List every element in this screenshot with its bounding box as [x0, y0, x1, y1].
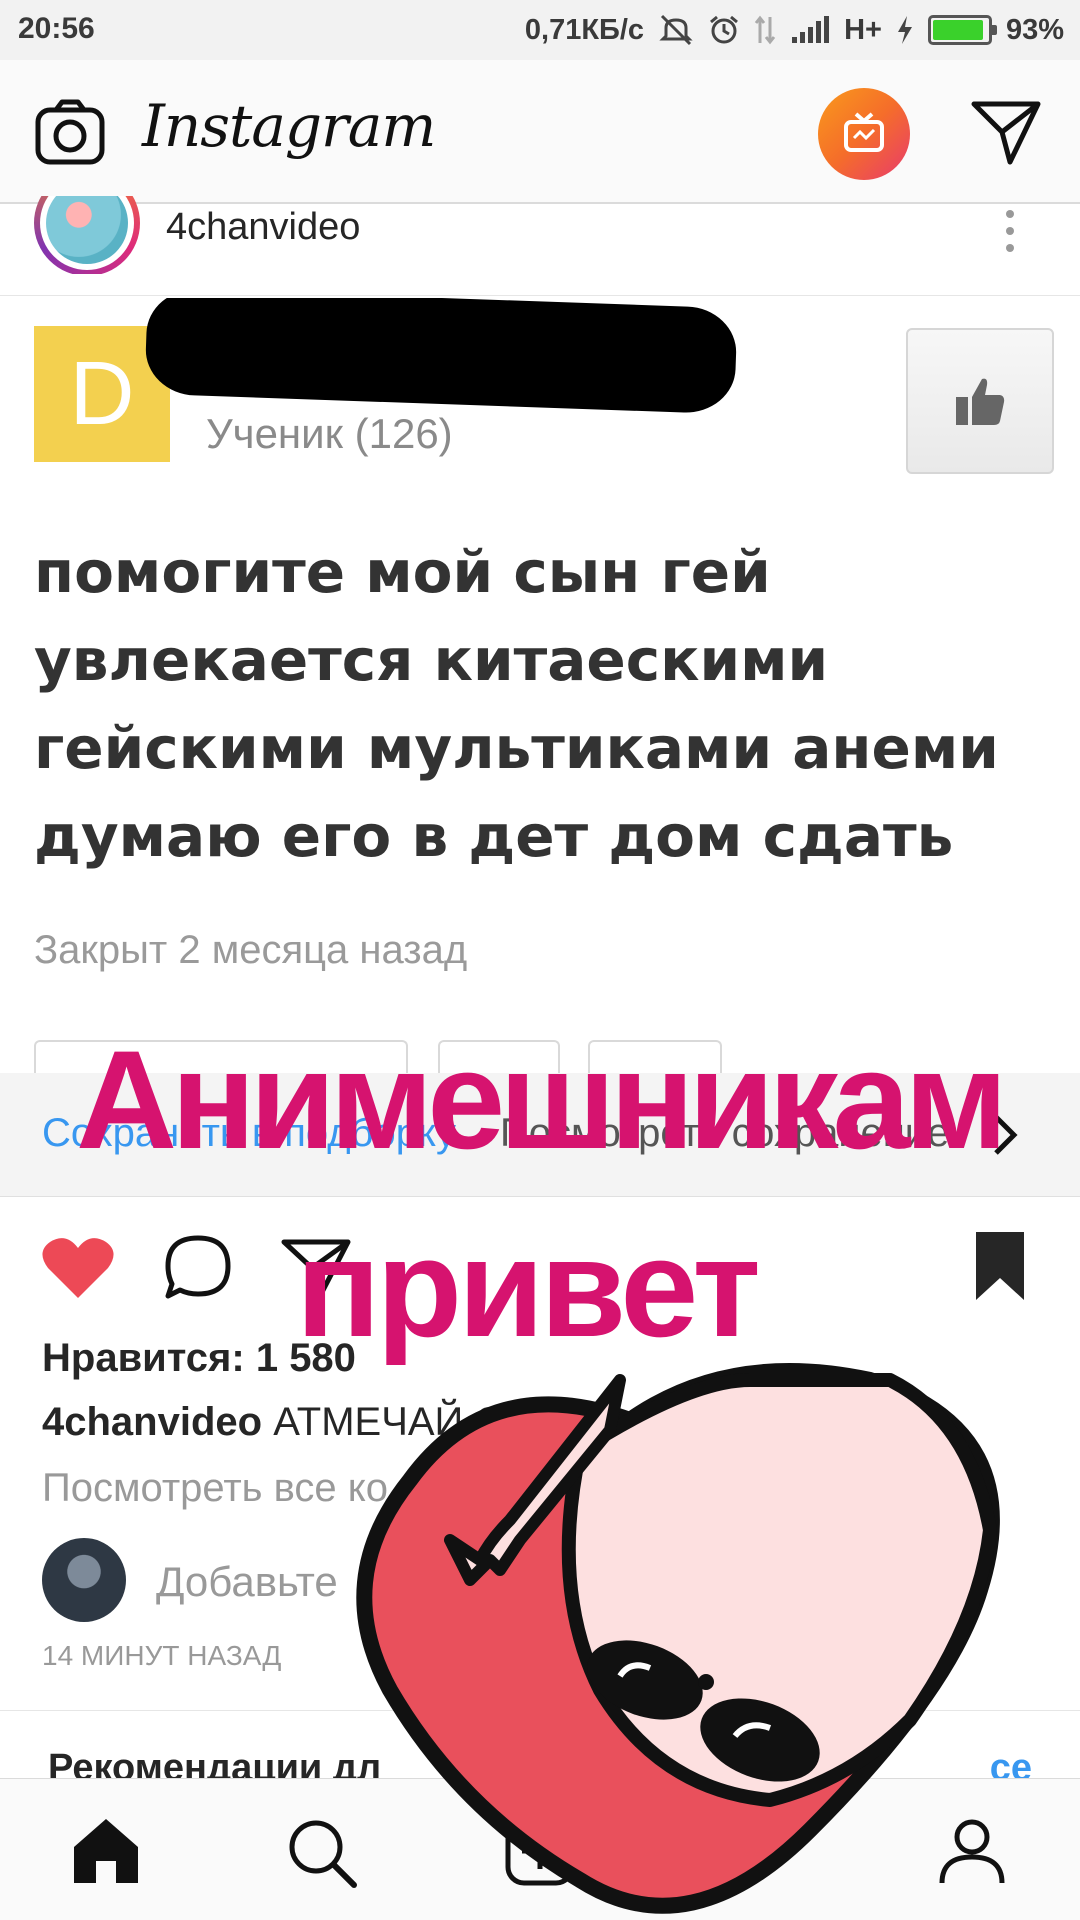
charging-icon: [896, 15, 914, 45]
home-icon[interactable]: [70, 1815, 142, 1892]
heart-character-sticker: [330, 1360, 1030, 1920]
add-comment-input[interactable]: Добавьте: [156, 1558, 338, 1606]
data-arrows-icon: [754, 15, 776, 45]
post-header: 4chanvideo: [0, 196, 1080, 296]
direct-message-icon[interactable]: [970, 98, 1042, 171]
camera-icon[interactable]: [34, 96, 106, 173]
battery-icon: [927, 15, 997, 45]
mute-icon: [658, 14, 694, 46]
status-time: 20:56: [18, 12, 95, 45]
overlay-text-line1: Анимешникам: [76, 1021, 1008, 1178]
battery-percent: 93%: [1005, 13, 1064, 46]
app-header: Instagram: [0, 60, 1080, 204]
alarm-icon: [708, 14, 740, 46]
signal-icon: [790, 15, 830, 45]
battery-level: [932, 20, 983, 40]
like-heart-icon[interactable]: [40, 1234, 116, 1307]
post-username[interactable]: 4chanvideo: [166, 206, 360, 249]
igtv-icon[interactable]: [818, 88, 910, 180]
net-speed: 0,71КБ/с: [524, 13, 645, 46]
bookmark-icon[interactable]: [970, 1228, 1030, 1309]
qa-question: помогите мой сын гей увлекается китаески…: [34, 538, 999, 870]
post-author-avatar[interactable]: [34, 196, 140, 274]
status-bar: 20:56 0,71КБ/с H+ 93%: [0, 0, 1080, 60]
current-user-avatar: [42, 1538, 126, 1622]
more-options-icon[interactable]: [1000, 210, 1020, 270]
instagram-logo: Instagram: [142, 92, 436, 160]
caption-username[interactable]: 4chanvideo: [42, 1400, 262, 1444]
status-icons: 0,71КБ/с H+ 93%: [525, 10, 1064, 50]
network-type: H+: [844, 13, 882, 46]
qa-closed-status: Закрыт 2 месяца назад: [34, 928, 468, 972]
redaction-scribble: [144, 298, 738, 415]
post-timestamp: 14 МИНУТ НАЗАД: [42, 1640, 282, 1671]
thumbs-up-icon: [906, 328, 1054, 474]
overlay-text-line2: привет: [296, 1209, 761, 1366]
post-image[interactable]: D Ученик (126) помогите мой сын гей увле…: [0, 298, 1080, 1073]
qa-rank: Ученик (126): [206, 410, 453, 457]
comment-icon[interactable]: [162, 1232, 234, 1307]
